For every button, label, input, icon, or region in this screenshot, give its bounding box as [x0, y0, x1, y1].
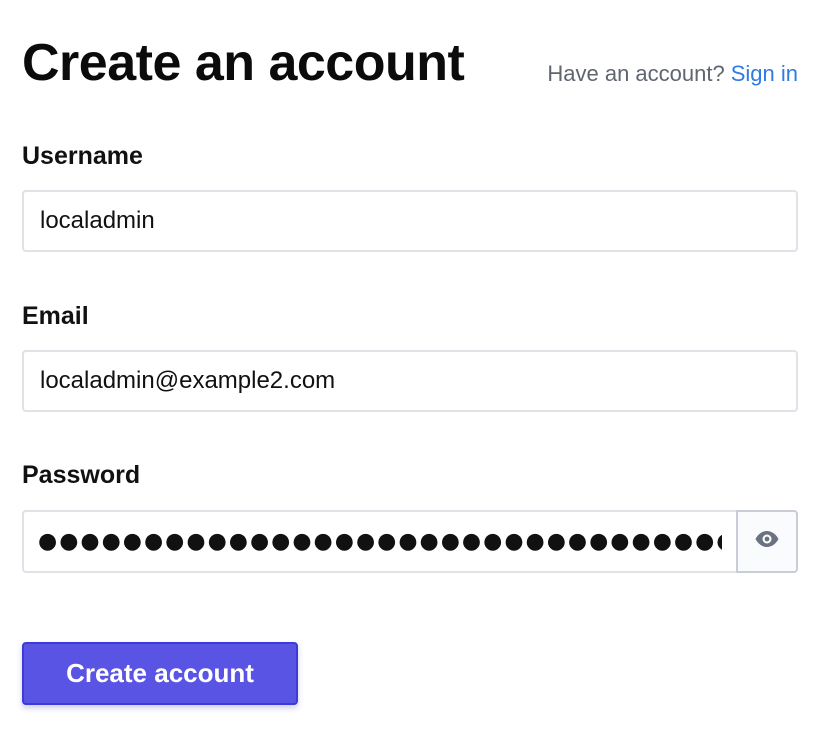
- email-input[interactable]: [22, 350, 798, 412]
- signin-link[interactable]: Sign in: [731, 61, 798, 86]
- password-label: Password: [22, 461, 141, 489]
- eye-icon: [754, 530, 780, 553]
- password-input[interactable]: [22, 510, 736, 573]
- create-account-button[interactable]: Create account: [22, 642, 298, 705]
- page-title: Create an account: [22, 34, 465, 92]
- show-password-button[interactable]: [736, 510, 798, 573]
- password-field-group: [22, 510, 798, 573]
- email-label: Email: [22, 302, 89, 330]
- username-input[interactable]: [22, 190, 798, 252]
- signin-prompt-text: Have an account?: [547, 61, 725, 86]
- username-label: Username: [22, 142, 143, 170]
- signin-prompt-row: Have an account? Sign in: [547, 58, 798, 90]
- create-account-page: Create an account Have an account? Sign i…: [0, 0, 826, 730]
- page-header: Create an account Have an account? Sign i…: [22, 28, 798, 98]
